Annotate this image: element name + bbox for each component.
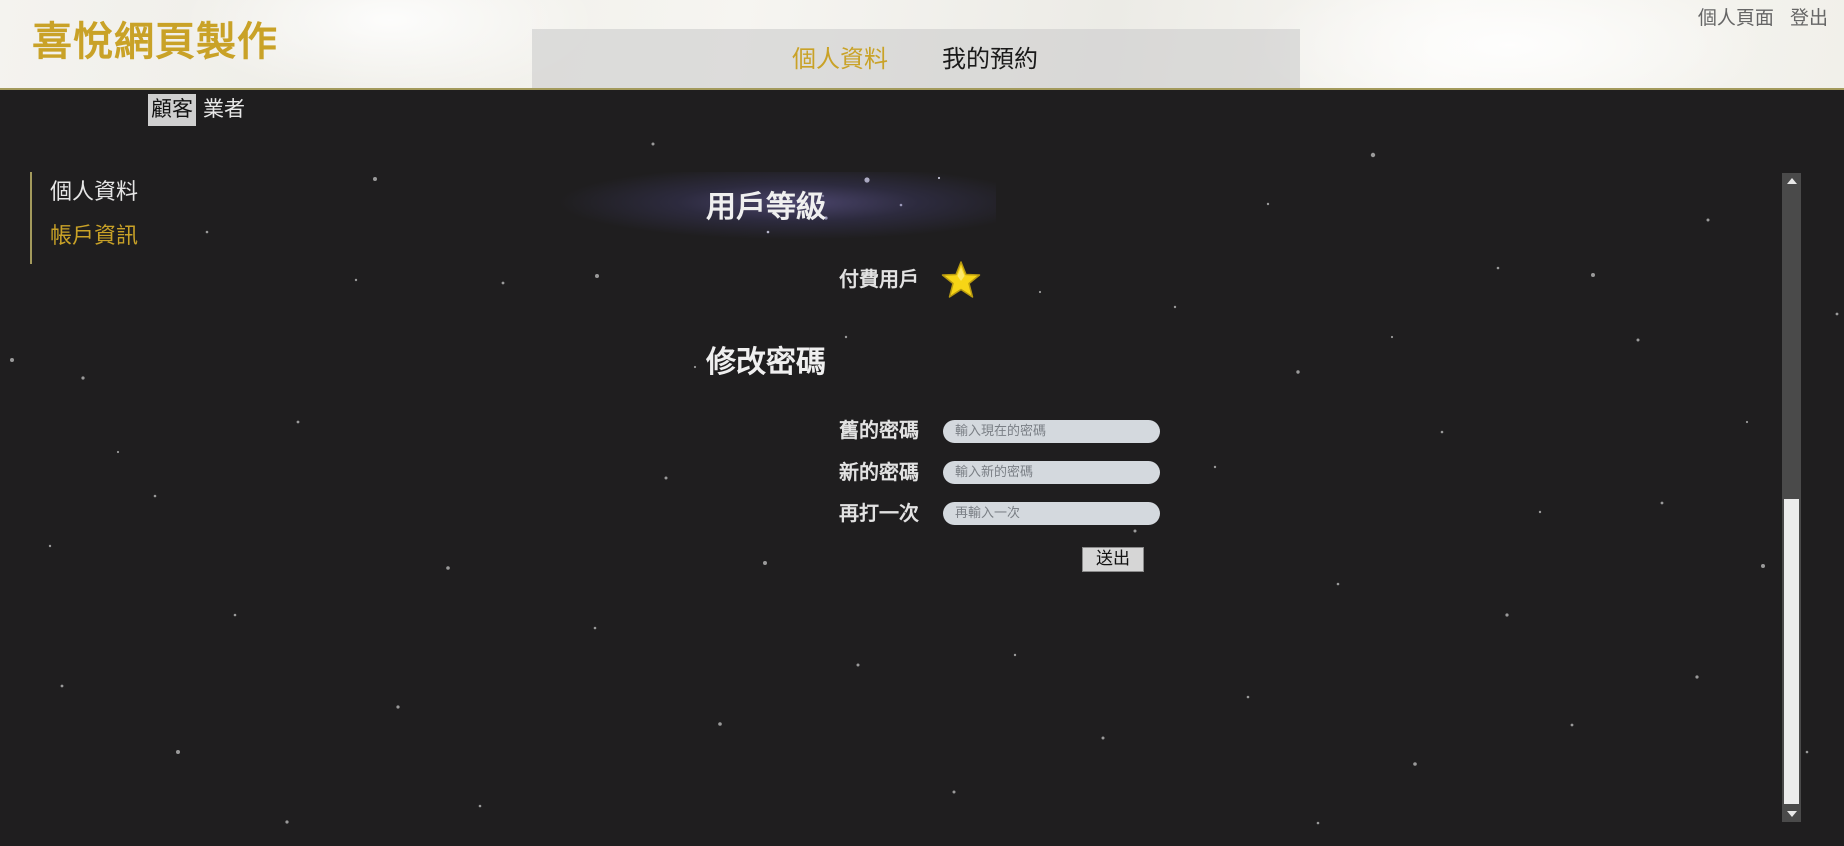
scroll-up-icon[interactable]	[1782, 173, 1801, 189]
logout-link[interactable]: 登出	[1790, 7, 1828, 29]
role-tab-customer[interactable]: 顧客	[148, 94, 196, 126]
role-tabs: 顧客 業者	[148, 92, 248, 128]
change-password-title: 修改密碼	[706, 345, 826, 380]
scrollbar[interactable]	[1782, 173, 1801, 822]
old-password-label: 舊的密碼	[839, 418, 919, 442]
role-tab-vendor[interactable]: 業者	[200, 94, 248, 125]
submit-button[interactable]: 送出	[1082, 547, 1144, 572]
nav-link-bookings[interactable]: 我的預約	[942, 47, 1038, 71]
new-password-label: 新的密碼	[839, 460, 919, 484]
scroll-down-icon[interactable]	[1782, 806, 1801, 822]
side-menu: 個人資料 帳戶資訊	[30, 172, 232, 264]
main-nav: 個人資料 我的預約	[532, 29, 1300, 88]
site-logo[interactable]: 喜悅網頁製作	[32, 22, 278, 62]
new-password-input[interactable]	[943, 461, 1160, 484]
scrollbar-thumb[interactable]	[1784, 499, 1799, 804]
personal-page-link[interactable]: 個人頁面	[1698, 7, 1774, 29]
user-level-label: 付費用戶	[839, 267, 919, 291]
user-level-title: 用戶等級	[706, 190, 826, 225]
nav-link-profile[interactable]: 個人資料	[792, 47, 888, 71]
side-menu-item-profile[interactable]: 個人資料	[50, 182, 138, 204]
confirm-password-input[interactable]	[943, 502, 1160, 525]
site-header: 喜悅網頁製作 個人資料 我的預約 個人頁面 登出	[0, 0, 1844, 90]
old-password-input[interactable]	[943, 420, 1160, 443]
user-links: 個人頁面 登出	[1688, 3, 1828, 30]
star-icon	[941, 261, 981, 298]
side-menu-item-account-info[interactable]: 帳戶資訊	[50, 226, 138, 248]
confirm-password-label: 再打一次	[839, 501, 919, 525]
